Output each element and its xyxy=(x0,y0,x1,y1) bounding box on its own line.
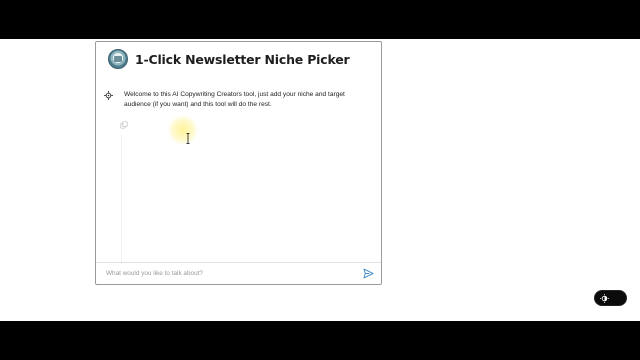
chat-window: 1-Click Newsletter Niche Picker Welcome … xyxy=(95,41,382,285)
chat-header: 1-Click Newsletter Niche Picker xyxy=(96,42,381,76)
newsletter-logo-icon xyxy=(108,49,128,69)
message-text: Welcome to this AI Copywriting Creators … xyxy=(124,91,345,108)
copy-icon[interactable] xyxy=(120,121,128,129)
message-input[interactable] xyxy=(106,270,361,277)
chat-title: 1-Click Newsletter Niche Picker xyxy=(135,51,350,67)
message-composer xyxy=(96,262,381,284)
assistant-message: Welcome to this AI Copywriting Creators … xyxy=(104,90,374,110)
send-icon xyxy=(362,268,374,279)
bot-icon xyxy=(104,91,113,100)
text-cursor-icon xyxy=(186,133,190,144)
app-viewport: 1-Click Newsletter Niche Picker Welcome … xyxy=(0,39,640,321)
half-sun-icon xyxy=(600,293,609,303)
thread-divider xyxy=(121,134,122,264)
theme-toggle-button[interactable] xyxy=(594,290,627,306)
send-button[interactable] xyxy=(361,267,375,281)
